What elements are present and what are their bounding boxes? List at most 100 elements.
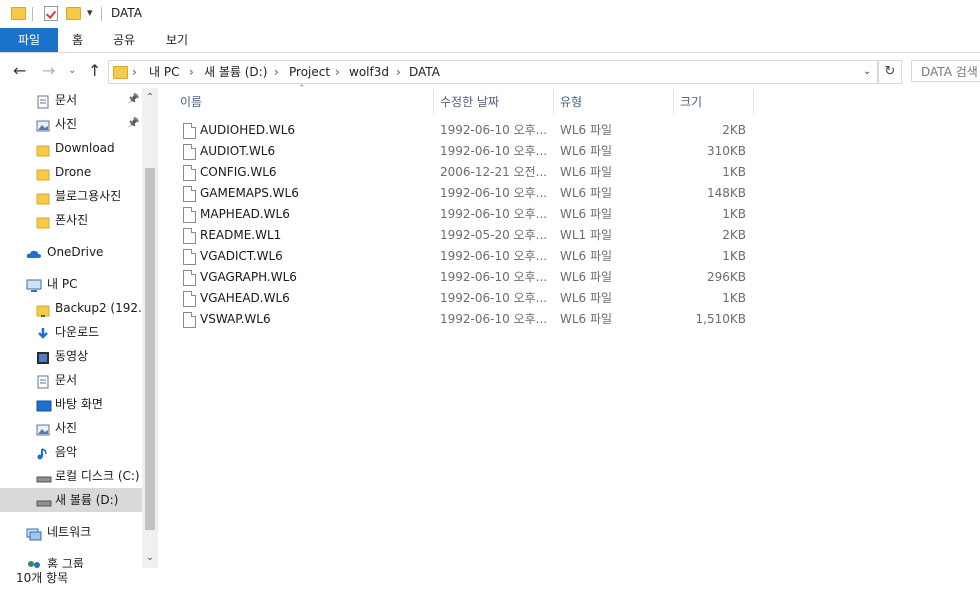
nav-item[interactable]: Download (0, 136, 142, 160)
scrollbar-thumb[interactable] (145, 168, 155, 530)
column-header-size[interactable]: 크기 (680, 90, 702, 114)
breadcrumb-chevron-icon[interactable]: › (396, 61, 401, 83)
quick-access-dropdown-icon[interactable]: ▾ (87, 6, 93, 19)
breadcrumb-my-pc[interactable]: 내 PC (149, 61, 179, 83)
file-size: 1KB (722, 249, 746, 263)
file-row[interactable]: README.WL1 1992-05-20 오후... WL1 파일 2KB (172, 225, 762, 246)
back-arrow-icon[interactable]: ← (13, 56, 26, 86)
nav-item-label: 블로그용사진 (55, 189, 122, 203)
drive-icon (36, 493, 52, 507)
scroll-down-arrow-icon[interactable]: ⌄ (142, 552, 158, 563)
nav-item[interactable]: 폰사진 (0, 208, 142, 232)
tab-file[interactable]: 파일 (0, 28, 58, 52)
address-dropdown-chevron-icon[interactable]: ⌄ (863, 61, 871, 83)
file-name: VGAHEAD.WL6 (200, 291, 290, 305)
file-icon (183, 270, 196, 286)
nav-item[interactable]: 동영상 (0, 344, 142, 368)
nav-item-label: 음악 (55, 445, 78, 459)
file-date: 1992-06-10 오후... (440, 312, 548, 326)
breadcrumb-chevron-icon[interactable]: › (189, 61, 194, 83)
tab-view[interactable]: 보기 (166, 28, 188, 52)
file-row[interactable]: AUDIOHED.WL6 1992-06-10 오후... WL6 파일 2KB (172, 120, 762, 141)
nav-item[interactable]: 문서 (0, 368, 142, 392)
address-bar[interactable]: › 내 PC › 새 볼륨 (D:) › Project › wolf3d › … (108, 60, 878, 84)
file-icon (183, 186, 196, 202)
refresh-icon[interactable]: ↻ (878, 60, 902, 84)
pin-icon: 📌 (127, 94, 140, 105)
file-row[interactable]: AUDIOT.WL6 1992-06-10 오후... WL6 파일 310KB (172, 141, 762, 162)
breadcrumb-chevron-icon[interactable]: › (274, 61, 279, 83)
tab-share[interactable]: 공유 (113, 28, 135, 52)
file-type: WL6 파일 (560, 249, 613, 263)
recent-locations-chevron-icon[interactable]: ⌄ (68, 56, 76, 86)
sort-ascending-icon: ⌃ (298, 84, 306, 94)
file-row[interactable]: VGADICT.WL6 1992-06-10 오후... WL6 파일 1KB (172, 246, 762, 267)
nav-item[interactable]: 로컬 디스크 (C:) (0, 464, 142, 488)
network-icon (26, 525, 42, 541)
file-row[interactable]: VSWAP.WL6 1992-06-10 오후... WL6 파일 1,510KB (172, 309, 762, 330)
nav-item[interactable]: 블로그용사진 (0, 184, 142, 208)
nav-item[interactable]: 사진 (0, 416, 142, 440)
document-icon (36, 373, 50, 389)
nav-item[interactable]: 문서 📌 (0, 88, 142, 112)
nav-item[interactable]: 새 볼륨 (D:) (0, 488, 142, 512)
file-name: AUDIOT.WL6 (200, 144, 276, 158)
file-size: 1,510KB (695, 312, 746, 326)
column-divider[interactable] (673, 90, 674, 114)
drive-icon (36, 469, 52, 483)
file-date: 1992-06-10 오후... (440, 291, 548, 305)
breadcrumb-chevron-icon[interactable]: › (335, 61, 340, 83)
nav-item[interactable]: 홈 그룹 (0, 552, 142, 568)
up-arrow-icon[interactable]: ↑ (88, 56, 101, 86)
column-divider[interactable] (553, 90, 554, 114)
column-header-name[interactable]: 이름 (180, 90, 202, 114)
file-icon (183, 123, 196, 139)
file-icon (183, 291, 196, 307)
music-icon (36, 445, 50, 460)
file-row[interactable]: GAMEMAPS.WL6 1992-06-10 오후... WL6 파일 148KB (172, 183, 762, 204)
breadcrumb-wolf3d[interactable]: wolf3d (349, 61, 389, 83)
nav-item-label: Drone (55, 165, 92, 179)
nav-item-label: OneDrive (47, 245, 104, 259)
nav-item[interactable]: 사진 📌 (0, 112, 142, 136)
nav-item[interactable]: 음악 (0, 440, 142, 464)
file-icon (183, 249, 196, 265)
folder-icon (36, 165, 50, 181)
nav-item-label: 사진 (55, 421, 78, 435)
column-divider[interactable] (753, 90, 754, 114)
nav-item[interactable]: Backup2 (192.168 (0, 296, 142, 320)
file-type: WL6 파일 (560, 165, 613, 179)
breadcrumb-volume-d[interactable]: 새 볼륨 (D:) (204, 61, 267, 83)
tab-home[interactable]: 홈 (72, 28, 83, 52)
nav-item[interactable]: OneDrive (0, 240, 142, 264)
nav-item[interactable]: 다운로드 (0, 320, 142, 344)
folder-icon (11, 7, 26, 20)
file-type: WL6 파일 (560, 270, 613, 284)
breadcrumb-data[interactable]: DATA (409, 61, 440, 83)
file-row[interactable]: MAPHEAD.WL6 1992-06-10 오후... WL6 파일 1KB (172, 204, 762, 225)
file-row[interactable]: VGAHEAD.WL6 1992-06-10 오후... WL6 파일 1KB (172, 288, 762, 309)
folder-icon (36, 213, 50, 229)
file-row[interactable]: CONFIG.WL6 2006-12-21 오전... WL6 파일 1KB (172, 162, 762, 183)
download-icon (36, 325, 50, 339)
file-row[interactable]: VGAGRAPH.WL6 1992-06-10 오후... WL6 파일 296KB (172, 267, 762, 288)
search-input[interactable]: DATA 검색 (911, 60, 980, 82)
nav-item[interactable]: Drone (0, 160, 142, 184)
file-name: README.WL1 (200, 228, 282, 242)
breadcrumb-chevron-icon[interactable]: › (132, 61, 137, 83)
column-header-type[interactable]: 유형 (560, 90, 582, 114)
nav-item[interactable]: 네트워크 (0, 520, 142, 544)
nav-item-label: 로컬 디스크 (C:) (55, 469, 140, 483)
nav-item[interactable]: 내 PC (0, 272, 142, 296)
column-divider[interactable] (433, 90, 434, 114)
nav-item[interactable]: 바탕 화면 (0, 392, 142, 416)
file-name: GAMEMAPS.WL6 (200, 186, 299, 200)
properties-icon[interactable] (44, 6, 58, 21)
column-header-date[interactable]: 수정한 날짜 (440, 90, 499, 114)
breadcrumb-project[interactable]: Project (289, 61, 330, 83)
item-count: 10개 항목 (16, 571, 69, 585)
file-size: 2KB (722, 228, 746, 242)
scroll-up-arrow-icon[interactable]: ⌃ (142, 92, 158, 103)
new-folder-icon[interactable] (66, 7, 81, 20)
forward-arrow-icon[interactable]: → (42, 56, 55, 86)
